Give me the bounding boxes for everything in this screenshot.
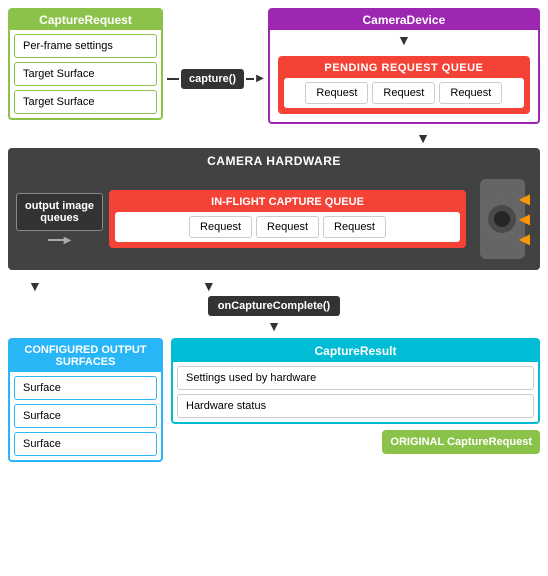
inflight-queue-items: Request Request Request bbox=[115, 212, 460, 242]
on-capture-complete-button: onCaptureComplete() bbox=[208, 296, 340, 316]
svg-text:◀: ◀ bbox=[518, 191, 529, 208]
inflight-queue-item-0: Request bbox=[189, 216, 252, 238]
hw-left-col: output imagequeues ▶ bbox=[16, 193, 103, 246]
capture-request-panel: CaptureRequest Per-frame settings Target… bbox=[8, 8, 163, 124]
capture-result-items: Settings used by hardware Hardware statu… bbox=[173, 362, 538, 422]
pending-queue-item-0: Request bbox=[305, 82, 368, 104]
capture-arrow-area: capture() ▶ bbox=[163, 33, 268, 124]
capture-result-box: CaptureResult Settings used by hardware … bbox=[171, 338, 540, 424]
capture-request-item-0: Per-frame settings bbox=[14, 34, 157, 58]
down-arrow-to-surfaces: ▼ bbox=[28, 278, 42, 294]
top-section: CaptureRequest Per-frame settings Target… bbox=[8, 8, 540, 124]
arrow-line-right bbox=[246, 78, 254, 80]
camera-device-title: CameraDevice bbox=[270, 10, 538, 30]
pending-queue-box: PENDING REQUEST QUEUE Request Request Re… bbox=[278, 56, 530, 114]
pending-queue-item-2: Request bbox=[439, 82, 502, 104]
on-capture-complete-area: ▼ ▼ onCaptureComplete() ▼ bbox=[8, 278, 540, 334]
original-capture-request-box: ORIGINAL CaptureRequest bbox=[382, 430, 540, 454]
lens-svg: ◀ ◀ ◀ bbox=[475, 174, 530, 264]
surface-items: Surface Surface Surface bbox=[10, 372, 161, 460]
diagram: CaptureRequest Per-frame settings Target… bbox=[0, 0, 548, 576]
bottom-section: CONFIGURED OUTPUTSURFACES Surface Surfac… bbox=[8, 338, 540, 462]
svg-text:◀: ◀ bbox=[518, 211, 529, 228]
inflight-queue-item-2: Request bbox=[323, 216, 386, 238]
down-arrow-to-result-row: ▼ bbox=[267, 318, 281, 334]
capture-request-items: Per-frame settings Target Surface Target… bbox=[10, 30, 161, 118]
camera-hardware-title: CAMERA HARDWARE bbox=[16, 154, 532, 168]
surface-item-1: Surface bbox=[14, 404, 157, 428]
camera-device-panel: CameraDevice ▼ PENDING REQUEST QUEUE Req… bbox=[268, 8, 540, 124]
pending-queue-items: Request Request Request bbox=[284, 78, 524, 108]
capture-result-title: CaptureResult bbox=[173, 340, 538, 362]
capture-result-item-0: Settings used by hardware bbox=[177, 366, 534, 390]
original-capture-request-label: ORIGINAL CaptureRequest bbox=[390, 436, 532, 448]
camera-device-box: CameraDevice ▼ PENDING REQUEST QUEUE Req… bbox=[268, 8, 540, 124]
pending-queue-title: PENDING REQUEST QUEUE bbox=[280, 58, 528, 78]
arrow-line-left bbox=[167, 78, 179, 80]
capture-result-item-1: Hardware status bbox=[177, 394, 534, 418]
hw-arrow-right: ▶ bbox=[48, 235, 72, 246]
arrow-head-right: ▶ bbox=[256, 73, 264, 84]
dual-arrows-row: ▼ ▼ bbox=[8, 278, 540, 294]
on-capture-complete-btn-row: onCaptureComplete() bbox=[8, 296, 540, 316]
inflight-queue-item-1: Request bbox=[256, 216, 319, 238]
arrow-to-hw: ▼ bbox=[8, 130, 540, 146]
svg-text:◀: ◀ bbox=[518, 231, 529, 248]
down-arrow-to-hw-icon: ▼ bbox=[416, 130, 430, 146]
hardware-row: output imagequeues ▶ IN-FLIGHT CAPTURE Q… bbox=[16, 174, 532, 264]
capture-button-label: capture() bbox=[181, 69, 244, 89]
capture-request-item-1: Target Surface bbox=[14, 62, 157, 86]
output-image-queues-label: output imagequeues bbox=[16, 193, 103, 231]
down-arrow-icon: ▼ bbox=[397, 32, 411, 48]
capture-request-box: CaptureRequest Per-frame settings Target… bbox=[8, 8, 163, 120]
down-arrow-to-queue: ▼ bbox=[270, 32, 538, 48]
arrow-head-oiq: ▶ bbox=[64, 235, 72, 246]
original-capture-request-row: ORIGINAL CaptureRequest bbox=[171, 430, 540, 454]
capture-request-title: CaptureRequest bbox=[10, 10, 161, 30]
inflight-queue-title: IN-FLIGHT CAPTURE QUEUE bbox=[111, 192, 464, 212]
arrow-line-oiq bbox=[48, 239, 64, 241]
camera-hardware-section: CAMERA HARDWARE output imagequeues ▶ IN-… bbox=[8, 148, 540, 270]
surface-item-2: Surface bbox=[14, 432, 157, 456]
bottom-right-col: CaptureResult Settings used by hardware … bbox=[171, 338, 540, 462]
pending-queue-item-1: Request bbox=[372, 82, 435, 104]
down-arrow-after-capture-complete: ▼ bbox=[267, 318, 281, 334]
capture-request-item-2: Target Surface bbox=[14, 90, 157, 114]
configured-surfaces-title: CONFIGURED OUTPUTSURFACES bbox=[10, 340, 161, 372]
camera-lens-visual: ◀ ◀ ◀ bbox=[472, 174, 532, 264]
configured-surfaces-box: CONFIGURED OUTPUTSURFACES Surface Surfac… bbox=[8, 338, 163, 462]
down-arrow-to-result: ▼ bbox=[202, 278, 216, 294]
surface-item-0: Surface bbox=[14, 376, 157, 400]
inflight-queue-box: IN-FLIGHT CAPTURE QUEUE Request Request … bbox=[109, 190, 466, 248]
